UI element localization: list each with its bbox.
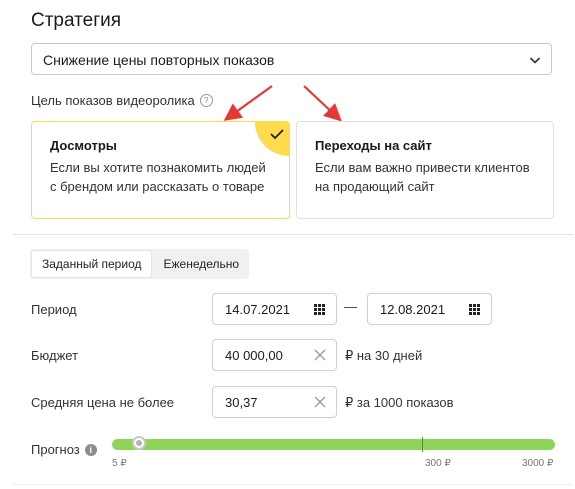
arrow-right bbox=[303, 85, 342, 122]
forecast-slider-thumb[interactable] bbox=[131, 436, 146, 450]
avg-price-label: Средняя цена не более bbox=[31, 395, 175, 410]
tab-weekly[interactable]: Еженедельно bbox=[153, 249, 249, 279]
forecast-min-label: 5 ₽ bbox=[112, 458, 127, 469]
bottom-divider bbox=[13, 484, 573, 485]
goal-card-site-visits[interactable]: Переходы на сайт Если вам важно привести… bbox=[296, 121, 554, 219]
date-separator: — bbox=[344, 299, 357, 314]
forecast-slider-tick bbox=[422, 437, 423, 452]
forecast-label: Прогноз bbox=[31, 442, 80, 457]
end-date-field[interactable]: 12.08.2021 bbox=[367, 293, 492, 325]
tab-fixed-period[interactable]: Заданный период bbox=[31, 250, 153, 278]
forecast-max-label: 3000 ₽ bbox=[522, 458, 554, 469]
start-date-field[interactable]: 14.07.2021 bbox=[212, 293, 337, 325]
budget-suffix: ₽ на 30 дней bbox=[345, 348, 423, 363]
section-divider bbox=[13, 234, 573, 235]
forecast-slider-track[interactable] bbox=[112, 439, 555, 450]
period-tabs: Заданный период Еженедельно bbox=[30, 249, 250, 279]
arrow-left bbox=[223, 85, 273, 121]
clear-icon[interactable] bbox=[313, 395, 327, 409]
avg-price-suffix: ₽ за 1000 показов bbox=[345, 395, 454, 410]
info-icon[interactable]: i bbox=[84, 444, 97, 456]
avg-price-field[interactable]: 30,37 bbox=[212, 386, 337, 418]
budget-field[interactable]: 40 000,00 bbox=[212, 339, 337, 371]
calendar-icon[interactable] bbox=[314, 304, 325, 315]
clear-icon[interactable] bbox=[313, 348, 327, 362]
forecast-label-row: Прогноз i bbox=[31, 442, 97, 457]
budget-label: Бюджет bbox=[31, 348, 79, 363]
calendar-icon[interactable] bbox=[469, 304, 480, 315]
checkmark-icon bbox=[255, 122, 289, 156]
forecast-mid-label: 300 ₽ bbox=[425, 458, 451, 469]
period-label: Период bbox=[31, 302, 77, 317]
goal-card-views[interactable]: Досмотры Если вы хотите познакомить люде… bbox=[31, 121, 290, 219]
